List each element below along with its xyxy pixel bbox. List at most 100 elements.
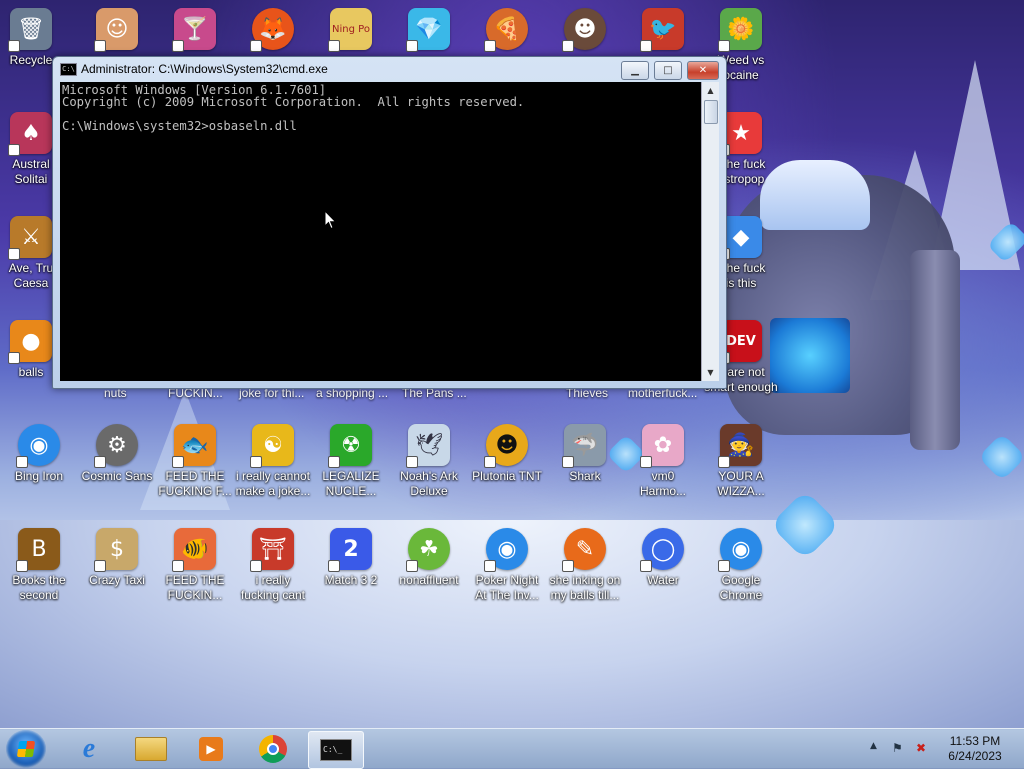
desktop-icon-crazy-taxi[interactable]: $ Crazy Taxi bbox=[78, 528, 156, 588]
clover-icon: ☘ bbox=[406, 528, 450, 572]
taskbar-cmd[interactable]: C:\_ bbox=[308, 731, 364, 769]
desktop-icon-she-inking[interactable]: ✎ she inking on my balls till... bbox=[546, 528, 624, 603]
desktop-icon-poker-night[interactable]: ◉ Poker Night At The Inv... bbox=[468, 528, 546, 603]
caesar-icon: ⚔ bbox=[8, 216, 52, 260]
desktop-icon[interactable]: 🐦 bbox=[624, 8, 702, 52]
pen-icon: ✎ bbox=[562, 528, 606, 572]
taskbar-chrome[interactable] bbox=[246, 731, 300, 767]
desktop-icon-feed-the-fish-2[interactable]: 🐠 FEED THE FUCKIN... bbox=[156, 528, 234, 603]
desktop-icon-label: Bing Iron bbox=[14, 469, 64, 483]
balls-icon: ● bbox=[8, 320, 52, 364]
cmd-console-output[interactable]: Microsoft Windows [Version 6.1.7601] Cop… bbox=[60, 82, 701, 381]
desktop-icon-plutonia-tnt[interactable]: ☻ Plutonia TNT bbox=[468, 424, 546, 484]
desktop-icon-label: vm0 Harmo... bbox=[639, 469, 686, 498]
desktop-icon-books-the-second[interactable]: B Books the second bbox=[0, 528, 78, 603]
taskbar-internet-explorer[interactable]: e bbox=[62, 731, 116, 767]
book-icon: B bbox=[16, 528, 60, 572]
desktop-icon-label: Shark bbox=[569, 469, 601, 483]
desktop-icon-label: Books the second bbox=[12, 573, 66, 602]
shrine-icon: ⛩ bbox=[250, 528, 294, 572]
desktop-icon-vm0-harmony[interactable]: ✿ vm0 Harmo... bbox=[624, 424, 702, 499]
desktop-icon-label: i really fucking cant bbox=[240, 573, 306, 602]
network-disconnected-icon[interactable]: ✖ bbox=[916, 741, 926, 755]
cmd-titlebar[interactable]: C:\ Administrator: C:\Windows\System32\c… bbox=[53, 57, 726, 81]
desktop-icon-match-3-2[interactable]: 2 Match 3 2 bbox=[312, 528, 390, 588]
ning-po-icon: Ning Po bbox=[328, 8, 372, 52]
windows-logo-icon bbox=[16, 741, 36, 757]
recycle-bin-icon: 🗑 bbox=[8, 8, 52, 52]
desktop-icon-shark[interactable]: 🦈 Shark bbox=[546, 424, 624, 484]
desktop-icon-bing-iron[interactable]: ◉ Bing Iron bbox=[0, 424, 78, 484]
internet-explorer-icon: e bbox=[82, 733, 96, 764]
scroll-down-arrow-icon[interactable]: ▼ bbox=[702, 364, 719, 381]
desktop-icon[interactable]: ☺ bbox=[78, 8, 156, 52]
taskbar-file-explorer[interactable] bbox=[124, 731, 178, 767]
desktop-icon[interactable]: 🍕 bbox=[468, 8, 546, 52]
scrollbar-thumb[interactable] bbox=[704, 100, 718, 124]
close-button[interactable]: ✕ bbox=[687, 61, 719, 80]
mouse-cursor-icon bbox=[324, 210, 337, 230]
flower-icon: 🌼 bbox=[718, 8, 762, 52]
desktop-icon-mahjong[interactable]: ☯ i really cannot make a joke... bbox=[234, 424, 312, 499]
desktop-icon-label: Poker Night At The Inv... bbox=[475, 573, 539, 602]
wallpaper-machine-window bbox=[770, 318, 850, 393]
system-clock[interactable]: 11:53 PM 6/24/2023 bbox=[940, 734, 1010, 764]
desktop-icon-i-really-fucking-cant[interactable]: ⛩ i really fucking cant bbox=[234, 528, 312, 603]
chrome-icon bbox=[259, 735, 287, 763]
desktop-icon-label: LEGALIZE NUCLE... bbox=[322, 469, 380, 498]
ring-icon: ◯ bbox=[640, 528, 684, 572]
mahjong-icon: ☯ bbox=[250, 424, 294, 468]
fish-icon: 🐠 bbox=[172, 528, 216, 572]
media-player-icon: ▶ bbox=[199, 737, 223, 761]
desktop-icon-label: Crazy Taxi bbox=[89, 573, 145, 587]
cmd-icon: C:\_ bbox=[320, 739, 352, 761]
radiation-icon: ☢ bbox=[328, 424, 372, 468]
minimize-button[interactable]: ▁ bbox=[621, 61, 649, 80]
chrome-icon: ◉ bbox=[484, 528, 528, 572]
desktop-icon-label: Google Chrome bbox=[719, 573, 763, 602]
taskbar: e ▶ C:\_ ▲ ⚑ ✖ 11:53 PM 6/24/2023 bbox=[0, 728, 1024, 769]
desktop-icon-nonaffluent[interactable]: ☘ nonaffluent bbox=[390, 528, 468, 588]
dove-icon: 🕊 bbox=[406, 424, 450, 468]
scroll-up-arrow-icon[interactable]: ▲ bbox=[702, 82, 719, 99]
desktop-icon[interactable]: 🍸 bbox=[156, 8, 234, 52]
desktop-icon-legalize-nuclear[interactable]: ☢ LEGALIZE NUCLE... bbox=[312, 424, 390, 499]
desktop-icon-water[interactable]: ◯ Water bbox=[624, 528, 702, 588]
show-hidden-icons-arrow-icon[interactable]: ▲ bbox=[870, 741, 877, 751]
avatar-icon: ☺ bbox=[94, 8, 138, 52]
desktop-icon-label: Cosmic Sans bbox=[81, 469, 153, 483]
cmd-window-title: Administrator: C:\Windows\System32\cmd.e… bbox=[81, 62, 328, 76]
desktop-icon-label: i really cannot make a joke... bbox=[235, 469, 311, 498]
shark-icon: 🦈 bbox=[562, 424, 606, 468]
desktop-icon-your-a-wizard[interactable]: 🧙 YOUR A WIZZA... bbox=[702, 424, 780, 499]
desktop-icon-ning-po[interactable]: Ning Po bbox=[312, 8, 390, 52]
folder-icon bbox=[135, 737, 167, 761]
desktop-icon[interactable]: ☻ bbox=[546, 8, 624, 52]
desktop-icon-label: Plutonia TNT bbox=[472, 469, 542, 483]
desktop-icon-cosmic-sans[interactable]: ⚙ Cosmic Sans bbox=[78, 424, 156, 484]
taskbar-media-player[interactable]: ▶ bbox=[184, 731, 238, 767]
desktop-icon-feed-the-fish[interactable]: 🐟 FEED THE FUCKING F... bbox=[156, 424, 234, 499]
diamond-icon: 💎 bbox=[406, 8, 450, 52]
desktop-icon[interactable]: 💎 bbox=[390, 8, 468, 52]
desktop-icon-firefox[interactable]: 🦊 bbox=[234, 8, 312, 52]
clock-date: 6/24/2023 bbox=[948, 749, 1002, 763]
doom-icon: ☻ bbox=[484, 424, 528, 468]
cocktail-icon: 🍸 bbox=[172, 8, 216, 52]
wallpaper-pipe bbox=[910, 250, 960, 450]
desktop-icon-google-chrome[interactable]: ◉ Google Chrome bbox=[702, 528, 780, 603]
bird-icon: 🐦 bbox=[640, 8, 684, 52]
start-button[interactable] bbox=[6, 730, 46, 768]
desktop-icon-label: she inking on my balls till... bbox=[549, 573, 621, 602]
maximize-button[interactable]: □ bbox=[654, 61, 682, 80]
action-center-flag-icon[interactable]: ⚑ bbox=[892, 741, 903, 755]
desktop-icon-noahs-ark[interactable]: 🕊 Noah's Ark Deluxe bbox=[390, 424, 468, 499]
desktop-icon-label: nonaffluent bbox=[399, 573, 459, 587]
vertical-scrollbar[interactable]: ▲ ▼ bbox=[701, 82, 719, 381]
chrome-icon: ◉ bbox=[718, 528, 762, 572]
chrome-icon: ◉ bbox=[16, 424, 60, 468]
cmd-window[interactable]: C:\ Administrator: C:\Windows\System32\c… bbox=[52, 56, 727, 389]
cmd-app-icon[interactable]: C:\ bbox=[60, 63, 77, 76]
spider-icon: ♠ bbox=[8, 112, 52, 156]
desktop-icon-label: Match 3 2 bbox=[324, 573, 378, 587]
